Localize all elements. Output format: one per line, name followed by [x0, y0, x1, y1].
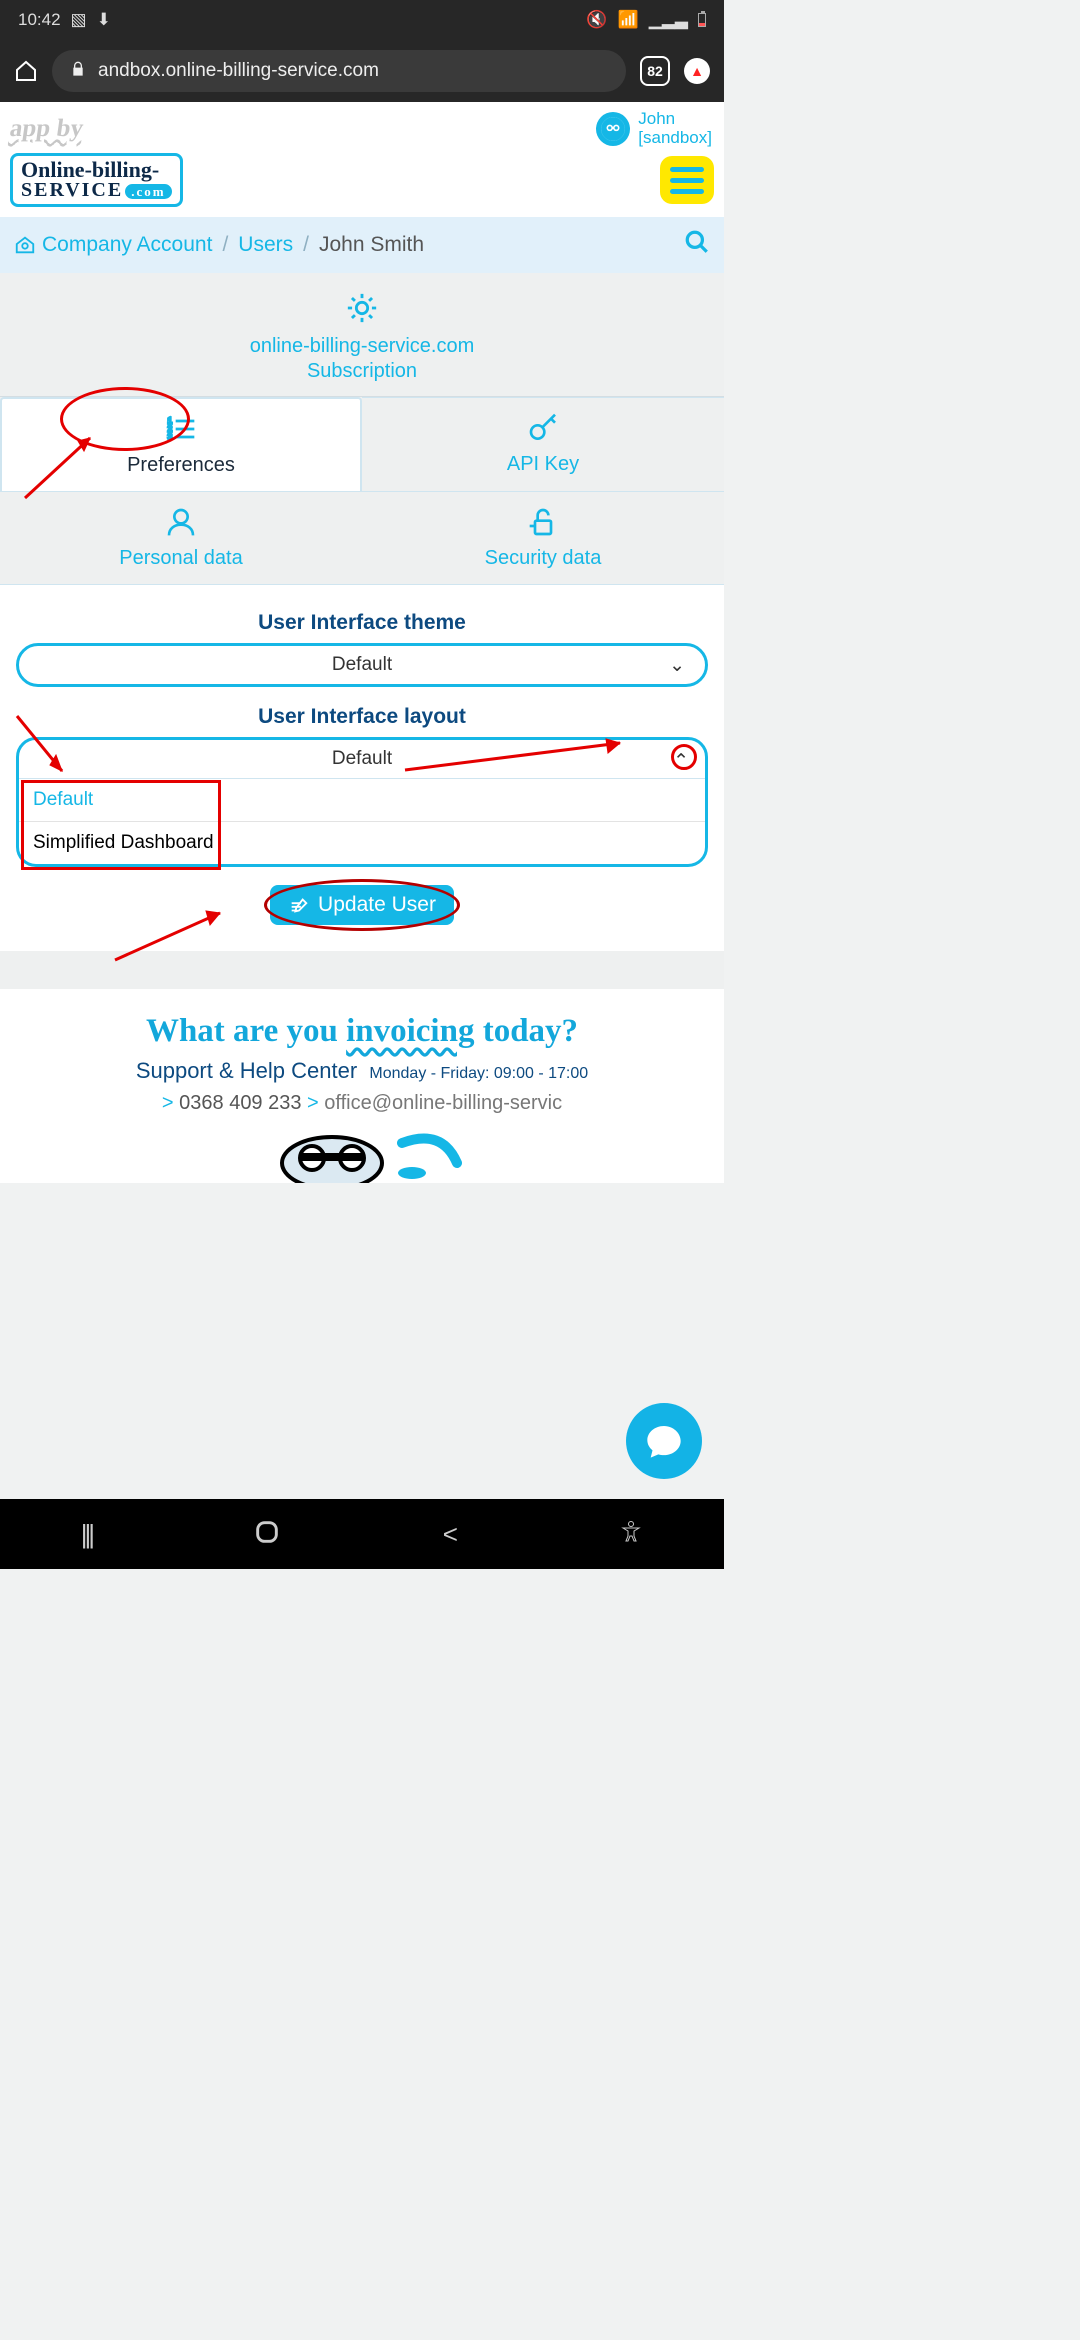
footer-hours: Monday - Friday: 09:00 - 17:00 — [369, 1065, 588, 1082]
user-env: [sandbox] — [638, 129, 712, 148]
preferences-panel: User Interface theme Default ⌄ User Inte… — [0, 585, 724, 951]
menu-button[interactable] — [660, 156, 714, 204]
app-by-label: app by — [8, 115, 85, 143]
browser-chrome: andbox.online-billing-service.com 82 — [0, 40, 724, 102]
chevron-down-icon: ⌄ — [669, 654, 685, 677]
avatar-icon — [596, 112, 630, 146]
tab-api-key[interactable]: API Key — [362, 397, 724, 491]
tab-personal-data[interactable]: Personal data — [0, 491, 362, 584]
nav-recent[interactable]: ||| — [81, 1519, 92, 1550]
update-user-button[interactable]: Update User — [270, 885, 454, 925]
image-icon: ▧ — [71, 10, 87, 30]
url-bar[interactable]: andbox.online-billing-service.com — [52, 50, 626, 92]
theme-value: Default — [332, 654, 392, 676]
logo-line1: Online-billing- — [21, 160, 172, 181]
tab-preferences[interactable]: 123 Preferences — [0, 397, 362, 491]
logo[interactable]: Online-billing- SERVICE.com — [10, 153, 183, 207]
layout-label: User Interface layout — [16, 705, 708, 729]
layout-select[interactable]: Default ⌃ Default Simplified Dashboard — [16, 737, 708, 867]
breadcrumb-sep: / — [222, 233, 228, 257]
browser-update-icon[interactable] — [684, 58, 710, 84]
footer-support: Support & Help Center Monday - Friday: 0… — [10, 1058, 714, 1084]
breadcrumb-company[interactable]: Company Account — [14, 233, 212, 257]
home-icon[interactable] — [14, 59, 38, 83]
download-icon: ⬇ — [97, 10, 111, 30]
tab-personal-label: Personal data — [6, 547, 356, 570]
mascot-image — [10, 1123, 714, 1183]
battery-icon — [698, 13, 706, 27]
logo-suffix: .com — [125, 184, 171, 199]
chevron-up-icon: ⌃ — [673, 750, 689, 773]
breadcrumb-sep: / — [303, 233, 309, 257]
annotation-arrow-update — [110, 905, 230, 965]
breadcrumb-current: John Smith — [319, 233, 424, 257]
status-time: 10:42 — [18, 10, 61, 30]
tab-count-button[interactable]: 82 — [640, 56, 670, 86]
svg-text:3: 3 — [168, 433, 173, 442]
gear-icon — [10, 291, 714, 330]
footer-phone[interactable]: 0368 409 233 — [179, 1092, 301, 1114]
tab-security-label: Security data — [368, 547, 718, 570]
breadcrumb-users[interactable]: Users — [238, 233, 293, 257]
footer-email[interactable]: office@online-billing-servic — [324, 1092, 562, 1114]
footer-tagline: What are you invoicing today? — [10, 1013, 714, 1050]
lock-icon — [368, 506, 718, 543]
footer-contact: > 0368 409 233 > office@online-billing-s… — [10, 1092, 714, 1115]
nav-back[interactable]: < — [443, 1519, 458, 1550]
person-icon — [6, 506, 356, 543]
tab-subscription-line1: online-billing-service.com — [10, 334, 714, 359]
logo-line2: SERVICE — [21, 179, 123, 201]
lock-icon — [70, 61, 86, 82]
theme-select[interactable]: Default ⌄ — [16, 643, 708, 687]
breadcrumb: Company Account / Users / John Smith — [0, 217, 724, 273]
tab-security-data[interactable]: Security data — [362, 491, 724, 584]
theme-label: User Interface theme — [16, 611, 708, 635]
layout-options: Default Simplified Dashboard — [19, 779, 705, 864]
update-user-label: Update User — [318, 893, 436, 917]
tab-preferences-label: Preferences — [8, 454, 354, 477]
search-icon[interactable] — [684, 229, 710, 261]
layout-current[interactable]: Default ⌃ — [19, 740, 705, 779]
user-name: John — [638, 110, 712, 129]
status-bar: 10:42 ▧ ⬇ 🔇 📶 ▁▂▃ — [0, 0, 724, 40]
tab-subscription-line2: Subscription — [10, 359, 714, 384]
layout-option-default[interactable]: Default — [19, 779, 705, 822]
chat-fab[interactable] — [626, 1403, 702, 1479]
list-icon: 123 — [8, 413, 354, 450]
signal-icon: ▁▂▃ — [649, 10, 688, 30]
key-icon — [368, 412, 718, 449]
tab-api-key-label: API Key — [368, 453, 718, 476]
user-badge[interactable]: John [sandbox] — [596, 110, 712, 147]
layout-option-simplified[interactable]: Simplified Dashboard — [19, 822, 705, 864]
nav-home[interactable] — [253, 1518, 281, 1551]
android-nav-bar: ||| < — [0, 1499, 724, 1569]
mute-icon: 🔇 — [586, 10, 607, 30]
nav-accessibility[interactable] — [619, 1520, 643, 1549]
wifi-icon: 📶 — [618, 10, 639, 30]
tab-subscription[interactable]: online-billing-service.com Subscription — [0, 273, 724, 397]
url-text: andbox.online-billing-service.com — [98, 60, 379, 82]
